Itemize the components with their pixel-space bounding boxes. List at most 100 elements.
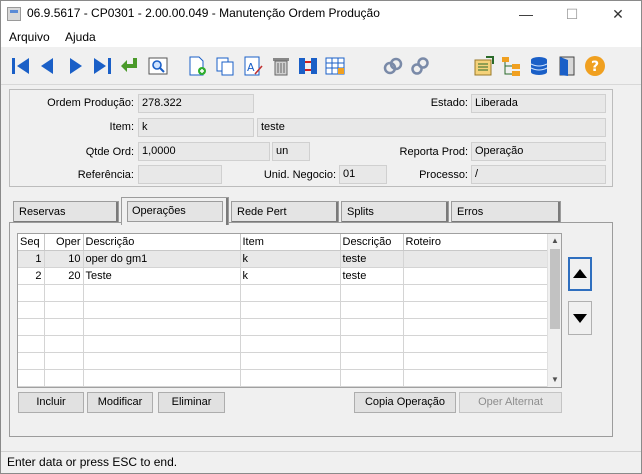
estado-field[interactable]: Liberada [471,94,606,113]
tab-operacoes-label: Operações [127,201,223,222]
menu-ajuda[interactable]: Ajuda [65,30,96,44]
menu-arquivo[interactable]: Arquivo [9,30,50,44]
operations-table: Seq Oper Descrição Item Descrição Roteir… [18,234,550,387]
ordem-label: Ordem Produção: [47,97,134,109]
unit-field[interactable]: un [272,142,310,161]
qtde-label: Qtde Ord: [85,146,134,158]
tab-reservas[interactable]: Reservas [13,201,119,223]
cell-seq: 2 [18,267,45,285]
referencia-label: Referência: [77,169,134,181]
svg-text:A: A [247,61,255,74]
ordem-field[interactable]: 278.322 [138,94,254,113]
tab-rede-pert[interactable]: Rede Pert [231,201,339,223]
column-header-item-descricao[interactable]: Descrição [340,234,404,251]
delete-trash-icon[interactable] [269,54,293,78]
window-title: 06.9.5617 - CP0301 - 2.00.00.049 - Manut… [27,6,380,20]
move-down-button[interactable] [568,301,592,335]
chain-icon[interactable] [408,54,432,78]
processo-field[interactable]: / [471,165,606,184]
qtde-field[interactable]: 1,0000 [138,142,270,161]
status-bar: Enter data or press ESC to end. [1,451,641,473]
table-row[interactable]: 1 10 oper do gm1 k teste [18,250,550,268]
empty-row [18,352,550,370]
exit-door-icon[interactable] [555,54,579,78]
column-header-oper[interactable]: Oper [44,234,84,251]
app-window: 06.9.5617 - CP0301 - 2.00.00.049 - Manut… [0,0,642,474]
cell-descricao: Teste [83,267,241,285]
empty-row [18,284,550,302]
item-code-field[interactable]: k [138,118,254,137]
last-record-icon[interactable] [90,54,114,78]
copia-operacao-button[interactable]: Copia Operação [354,392,456,413]
maximize-button[interactable]: ☐ [549,1,595,27]
cell-seq: 1 [18,250,45,268]
eliminar-button[interactable]: Eliminar [158,392,225,413]
help-icon[interactable]: ? [583,54,607,78]
referencia-field[interactable] [138,165,222,184]
close-button[interactable]: ✕ [595,1,641,27]
cell-descricao: oper do gm1 [83,250,241,268]
toolbar: A ? [1,47,641,85]
cell-item-descricao: teste [340,267,404,285]
cell-item: k [240,267,341,285]
scroll-thumb[interactable] [550,249,560,329]
tab-splits[interactable]: Splits [341,201,449,223]
scroll-down-icon[interactable]: ▼ [548,373,561,387]
column-header-seq[interactable]: Seq [18,234,45,251]
menu-bar: Arquivo Ajuda [1,27,641,47]
app-icon [7,7,21,21]
reporta-field[interactable]: Operação [471,142,606,161]
empty-row [18,386,550,387]
incluir-button[interactable]: Incluir [18,392,84,413]
database-icon[interactable] [527,54,551,78]
link-icon[interactable] [381,54,405,78]
arrow-down-icon [573,314,587,323]
copy-icon[interactable] [213,54,237,78]
header-panel: Ordem Produção: 278.322 Estado: Liberada… [9,89,613,187]
empty-row [18,301,550,319]
first-record-icon[interactable] [9,54,33,78]
goto-return-icon[interactable] [118,54,142,78]
tabs-area: Reservas Operações Rede Pert Splits Erro… [9,197,613,437]
item-description-field[interactable]: teste [257,118,606,137]
cell-roteiro [403,267,550,285]
edit-text-icon[interactable]: A [241,54,265,78]
empty-row [18,318,550,336]
unid-negocio-label: Unid. Negocio: [263,169,336,181]
column-header-item[interactable]: Item [240,234,341,251]
cell-roteiro [403,250,550,268]
report-icon[interactable] [472,54,496,78]
scroll-up-icon[interactable]: ▲ [548,234,561,248]
swap-icon[interactable] [296,54,320,78]
arrow-up-icon [573,269,587,278]
operations-grid[interactable]: Seq Oper Descrição Item Descrição Roteir… [17,233,562,388]
search-zoom-icon[interactable] [146,54,170,78]
column-header-descricao[interactable]: Descrição [83,234,241,251]
modificar-button[interactable]: Modificar [87,392,153,413]
empty-row [18,335,550,353]
svg-text:?: ? [591,59,599,75]
new-document-icon[interactable] [185,54,209,78]
title-bar: 06.9.5617 - CP0301 - 2.00.00.049 - Manut… [1,1,641,27]
estado-label: Estado: [430,97,468,109]
tree-icon[interactable] [499,54,523,78]
table-row[interactable]: 2 20 Teste k teste [18,267,550,285]
grid-icon[interactable] [323,54,347,78]
oper-alternat-button[interactable]: Oper Alternat [459,392,562,413]
item-label: Item: [109,121,134,133]
column-header-roteiro[interactable]: Roteiro [403,234,550,251]
tab-operacoes[interactable]: Operações [121,197,229,225]
cell-oper: 20 [44,267,84,285]
tab-erros[interactable]: Erros [451,201,561,223]
processo-label: Processo: [419,169,468,181]
cell-item: k [240,250,341,268]
table-header-row: Seq Oper Descrição Item Descrição Roteir… [18,234,550,251]
next-record-icon[interactable] [63,54,87,78]
operacoes-panel: Seq Oper Descrição Item Descrição Roteir… [9,222,613,437]
minimize-button[interactable]: — [503,1,549,27]
previous-record-icon[interactable] [36,54,60,78]
move-up-button[interactable] [568,257,592,291]
cell-item-descricao: teste [340,250,404,268]
reporta-label: Reporta Prod: [399,146,468,158]
grid-vertical-scrollbar[interactable]: ▲ ▼ [547,234,561,387]
